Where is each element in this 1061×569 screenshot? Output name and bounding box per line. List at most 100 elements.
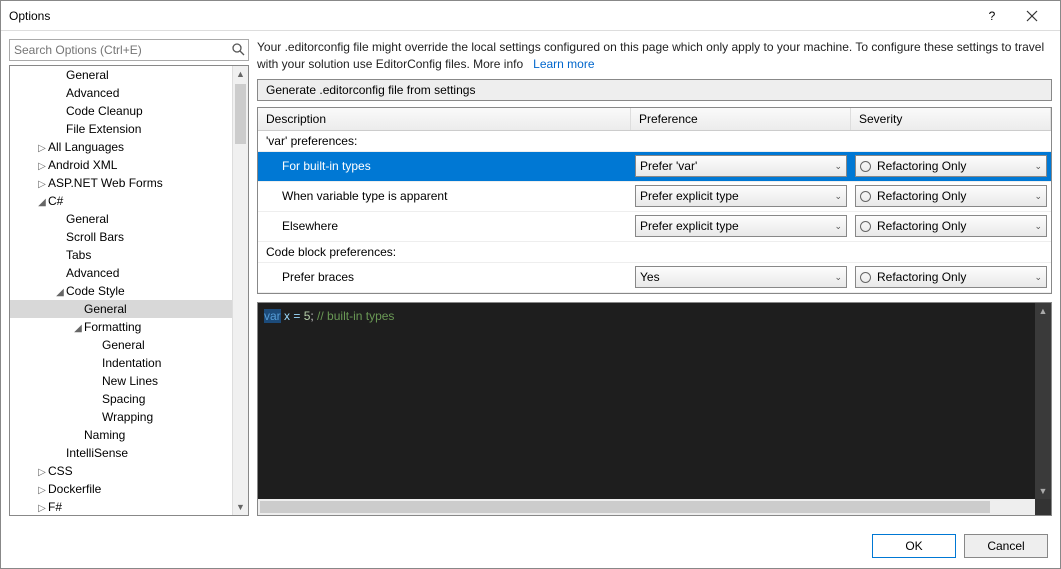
chevron-down-icon: ⌄ (834, 272, 842, 283)
tree-node-label: Advanced (66, 86, 119, 100)
ok-button[interactable]: OK (872, 534, 956, 558)
tree-node-label: C# (48, 194, 63, 208)
tree-node[interactable]: Advanced (10, 84, 232, 102)
tree-node-label: General (66, 68, 109, 82)
dropdown-value: Refactoring Only (877, 270, 1034, 284)
tree-node[interactable]: ▷Dockerfile (10, 480, 232, 498)
severity-dropdown[interactable]: Refactoring Only⌄ (855, 266, 1047, 288)
cancel-button[interactable]: Cancel (964, 534, 1048, 558)
preference-dropdown[interactable]: Prefer explicit type⌄ (635, 185, 847, 207)
scroll-up-icon[interactable]: ▲ (1035, 303, 1051, 319)
settings-grid: Description Preference Severity 'var' pr… (257, 107, 1052, 294)
row-severity-cell: Refactoring Only⌄ (851, 264, 1051, 290)
tree-node[interactable]: ▷ASP.NET Web Forms (10, 174, 232, 192)
row-description: Elsewhere (258, 219, 631, 233)
tree-node[interactable]: ▷All Languages (10, 138, 232, 156)
severity-icon (860, 221, 871, 232)
close-button[interactable] (1012, 2, 1052, 30)
chevron-down-icon: ⌄ (1034, 191, 1042, 202)
help-button[interactable]: ? (972, 2, 1012, 30)
tree-node-label: ASP.NET Web Forms (48, 176, 163, 190)
scroll-down-icon[interactable]: ▼ (233, 499, 248, 515)
row-description: When variable type is apparent (258, 189, 631, 203)
tree-node[interactable]: General (10, 300, 232, 318)
preference-dropdown[interactable]: Prefer explicit type⌄ (635, 215, 847, 237)
chevron-down-icon: ⌄ (1034, 221, 1042, 232)
row-severity-cell: Refactoring Only⌄ (851, 213, 1051, 239)
severity-dropdown[interactable]: Refactoring Only⌄ (855, 155, 1047, 177)
preference-dropdown[interactable]: Prefer 'var'⌄ (635, 155, 847, 177)
settings-row[interactable]: For built-in typesPrefer 'var'⌄Refactori… (258, 152, 1051, 182)
info-text: Your .editorconfig file might override t… (257, 39, 1052, 73)
tree-node-label: General (102, 338, 145, 352)
info-body: Your .editorconfig file might override t… (257, 40, 1044, 71)
tree-node[interactable]: Advanced (10, 264, 232, 282)
tree-node-label: Formatting (84, 320, 141, 334)
severity-icon (860, 191, 871, 202)
expand-icon[interactable]: ▷ (36, 500, 48, 515)
options-window: Options ? GeneralAdvancedCode CleanupFil… (0, 0, 1061, 569)
dialog-footer: OK Cancel (1, 524, 1060, 568)
scroll-down-icon[interactable]: ▼ (1035, 483, 1051, 499)
header-preference[interactable]: Preference (631, 108, 851, 130)
scroll-up-icon[interactable]: ▲ (233, 66, 248, 82)
tree-node[interactable]: General (10, 210, 232, 228)
tree-node-label: Wrapping (102, 410, 153, 424)
tree-node[interactable]: ▷Android XML (10, 156, 232, 174)
tree-node[interactable]: Tabs (10, 246, 232, 264)
row-preference-cell: Prefer 'var'⌄ (631, 153, 851, 179)
tree-node-label: Advanced (66, 266, 119, 280)
row-description: Prefer braces (258, 270, 631, 284)
header-description[interactable]: Description (258, 108, 631, 130)
settings-row[interactable]: Elsewhere Prefer explicit type⌄ Refactorin… (258, 212, 1051, 242)
generate-editorconfig-button[interactable]: Generate .editorconfig file from setting… (257, 79, 1052, 101)
tree-node[interactable]: IntelliSense (10, 444, 232, 462)
code-keyword: var (264, 309, 281, 323)
tree-node-label: General (66, 212, 109, 226)
preview-vscroll[interactable]: ▲ ▼ (1035, 303, 1051, 499)
tree-node[interactable]: General (10, 336, 232, 354)
search-input[interactable] (9, 39, 249, 61)
tree-node[interactable]: ◢Formatting (10, 318, 232, 336)
tree-node[interactable]: Indentation (10, 354, 232, 372)
header-severity[interactable]: Severity (851, 108, 1051, 130)
scroll-corner (1035, 499, 1051, 515)
preference-dropdown[interactable]: Yes⌄ (635, 266, 847, 288)
preview-hscroll[interactable] (258, 499, 1051, 515)
tree-node[interactable]: Code Cleanup (10, 102, 232, 120)
chevron-down-icon: ⌄ (834, 161, 842, 172)
tree-node[interactable]: General (10, 66, 232, 84)
tree-node[interactable]: New Lines (10, 372, 232, 390)
tree-node-label: Code Cleanup (66, 104, 143, 118)
expand-icon[interactable]: ◢ (72, 320, 84, 338)
expand-icon[interactable]: ◢ (54, 284, 66, 302)
learn-more-link[interactable]: Learn more (533, 57, 594, 71)
hscroll-thumb[interactable] (260, 501, 990, 513)
row-preference-cell: Prefer explicit type⌄ (631, 213, 851, 239)
severity-dropdown[interactable]: Refactoring Only⌄ (855, 215, 1047, 237)
code-var: x = (281, 309, 304, 323)
tree-scrollbar[interactable]: ▲ ▼ (232, 66, 248, 515)
severity-dropdown[interactable]: Refactoring Only⌄ (855, 185, 1047, 207)
settings-row[interactable]: When variable type is apparent Prefer exp… (258, 182, 1051, 212)
tree-node[interactable]: File Extension (10, 120, 232, 138)
tree-node[interactable]: ◢C# (10, 192, 232, 210)
grid-header: Description Preference Severity (258, 108, 1051, 131)
tree-node-label: Scroll Bars (66, 230, 124, 244)
tree-node[interactable]: Scroll Bars (10, 228, 232, 246)
scroll-thumb[interactable] (235, 84, 246, 144)
tree-node-label: Dockerfile (48, 482, 101, 496)
row-severity-cell: Refactoring Only⌄ (851, 153, 1051, 179)
tree-node[interactable]: ▷CSS (10, 462, 232, 480)
chevron-down-icon: ⌄ (1034, 161, 1042, 172)
row-preference-cell: Prefer explicit type⌄ (631, 183, 851, 209)
tree-node[interactable]: ▷F# (10, 498, 232, 515)
right-panel: Your .editorconfig file might override t… (257, 39, 1052, 516)
close-icon (1026, 10, 1038, 22)
tree-node[interactable]: ◢Code Style (10, 282, 232, 300)
tree-node[interactable]: Spacing (10, 390, 232, 408)
settings-row[interactable]: Prefer bracesYes⌄Refactoring Only⌄ (258, 263, 1051, 293)
expand-icon[interactable]: ◢ (36, 194, 48, 212)
tree-node[interactable]: Naming (10, 426, 232, 444)
tree-node[interactable]: Wrapping (10, 408, 232, 426)
